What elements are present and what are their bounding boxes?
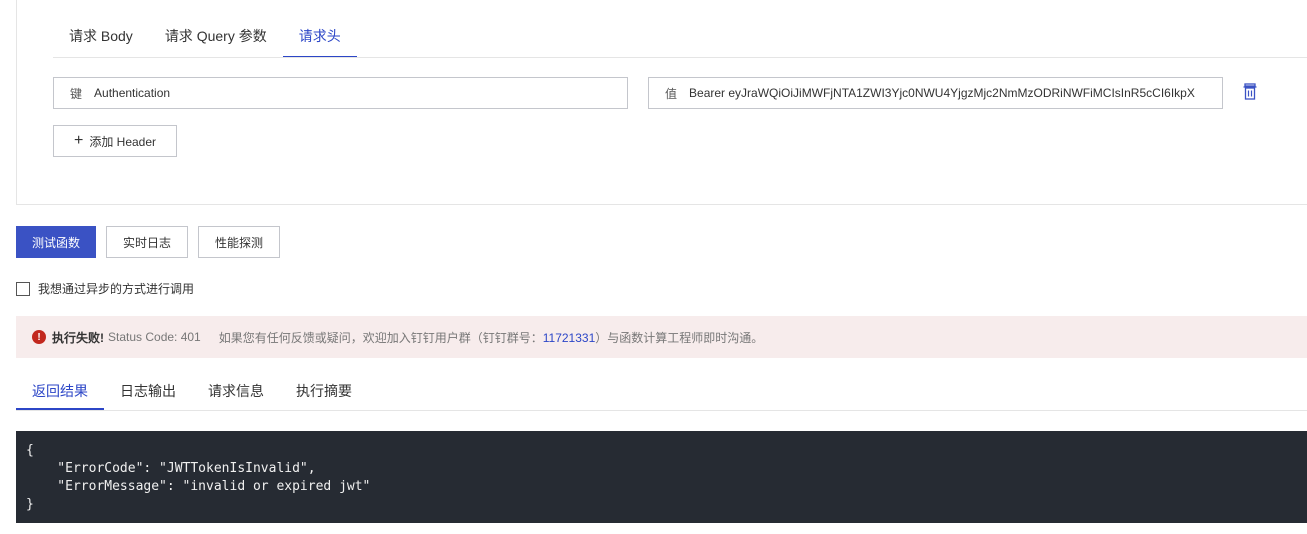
status-code: Status Code: 401 [108,330,201,344]
group-number-link[interactable]: 11721331 [543,331,596,345]
async-checkbox[interactable] [16,281,30,296]
tab-request-query[interactable]: 请求 Query 参数 [149,18,283,58]
plus-icon: + [73,132,84,149]
tab-request-headers[interactable]: 请求头 [282,18,357,58]
header-key-value: Authentication [94,86,171,100]
tab-execution-summary[interactable]: 执行摘要 [280,372,368,410]
header-key-field[interactable]: 键 Authentication [53,77,628,109]
response-body: { "ErrorCode": "JWTTokenIsInvalid", "Err… [16,431,1307,523]
alert-message: 如果您有任何反馈或疑问，欢迎加入钉钉用户群（钉钉群号：11721331）与函数计… [219,329,764,346]
performance-probe-button[interactable]: 性能探测 [198,226,280,258]
header-value-field[interactable]: 值 Bearer eyJraWQiOiJiMWFjNTA1ZWI3Yjc0NWU… [648,77,1223,109]
realtime-log-button[interactable]: 实时日志 [106,226,188,258]
trash-icon[interactable] [1242,83,1258,101]
tab-log-output[interactable]: 日志输出 [104,372,192,410]
alert-message-after: ）与函数计算工程师即时沟通。 [595,330,764,345]
tab-response[interactable]: 返回结果 [16,372,104,410]
fail-label: 执行失败! [52,330,104,345]
value-prefix-label: 值 [665,86,678,101]
result-tabs-divider [16,410,1307,411]
tab-request-info[interactable]: 请求信息 [192,372,280,410]
async-label: 我想通过异步的方式进行调用 [38,282,195,296]
tabs-divider [53,57,1307,58]
add-header-label: 添加 Header [89,134,157,149]
header-value-value: Bearer eyJraWQiOiJiMWFjNTA1ZWI3Yjc0NWU4Y… [689,86,1195,100]
alert-message-before: 如果您有任何反馈或疑问，欢迎加入钉钉用户群（钉钉群号： [218,330,543,345]
test-function-button[interactable]: 测试函数 [16,226,96,258]
async-invoke-option: 我想通过异步的方式进行调用 [16,280,194,297]
key-prefix-label: 键 [70,86,83,101]
tab-request-body[interactable]: 请求 Body [53,18,149,58]
add-header-button[interactable]: + 添加 Header [53,125,177,157]
error-icon: ! [32,330,46,344]
error-alert: ! 执行失败! Status Code: 401 如果您有任何反馈或疑问，欢迎加… [16,316,1307,358]
result-tabs: 返回结果 日志输出 请求信息 执行摘要 [16,372,368,410]
request-tabs: 请求 Body 请求 Query 参数 请求头 [53,18,357,58]
